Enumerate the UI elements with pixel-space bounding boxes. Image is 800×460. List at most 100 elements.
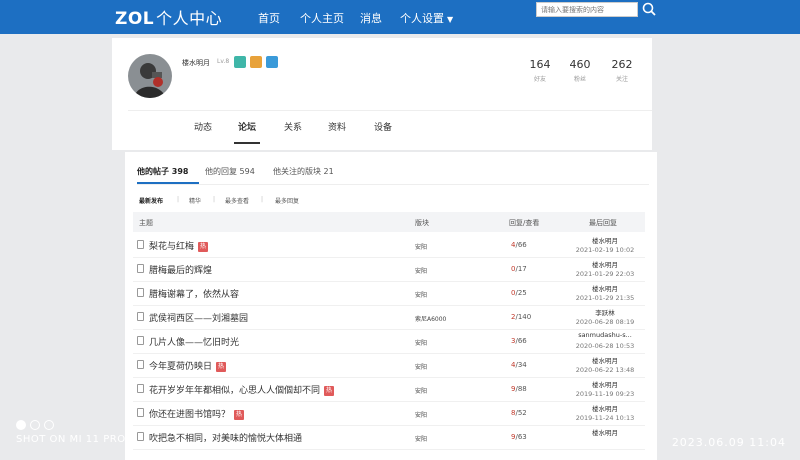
last-reply-time: 2019-11-24 10:13 (575, 414, 635, 422)
post-title[interactable]: 你还在进图书馆吗？热 (149, 407, 245, 420)
reply-view-count: 9/88 (511, 385, 527, 393)
star-badge-icon[interactable] (234, 56, 246, 68)
table-row[interactable]: 腊梅最后的辉煌 安阳 0/17 楼水明月 2021-01-29 22:03 (133, 258, 645, 282)
document-icon (137, 336, 144, 345)
last-reply-time: 2021-02-19 10:02 (575, 246, 635, 254)
document-icon (137, 432, 144, 441)
table-row[interactable]: 武侯祠西区——刘湘墓园 索尼A6000 2/140 李跃林 2020-06-28 08:… (133, 306, 645, 330)
tab-profile-info[interactable]: 资料 (328, 120, 346, 133)
post-board[interactable]: 安阳 (415, 242, 427, 251)
search-input[interactable]: 请输入要搜索的内容 (536, 2, 638, 17)
search-icon[interactable] (640, 0, 658, 18)
table-row[interactable]: 几片人像——忆旧时光 安阳 3/66 sanmudashu-s... 2020-06-2… (133, 330, 645, 354)
document-icon (137, 264, 144, 273)
nav-messages[interactable]: 消息 (360, 10, 382, 26)
document-icon (137, 240, 144, 249)
nav-personal-settings[interactable]: 个人设置 ▼ (400, 10, 453, 26)
post-title[interactable]: 吹把急不相同，对美味的愉悦大体相通 (149, 431, 302, 444)
last-reply-user[interactable]: 楼水明月 (565, 355, 645, 365)
table-row[interactable]: 你还在进图书馆吗？热 安阳 8/52 楼水明月 2019-11-24 10:13 (133, 402, 645, 426)
last-reply-user[interactable]: 楼水明月 (565, 427, 645, 437)
header-board: 版块 (415, 219, 429, 227)
reply-view-count: 8/52 (511, 409, 527, 417)
drop-badge-icon[interactable] (266, 56, 278, 68)
camera-watermark: SHOT ON MI 11 PRO (16, 420, 126, 445)
photo-timestamp: 2023.06.09 11:04 (671, 436, 786, 449)
tab-devices[interactable]: 设备 (374, 120, 392, 133)
last-reply-time: 2019-11-19 09:23 (575, 390, 635, 398)
stat-friends[interactable]: 164 好友 (520, 58, 560, 83)
table-row[interactable]: 腊梅谢幕了，依然从容 安阳 0/25 楼水明月 2021-01-29 21:35 (133, 282, 645, 306)
stat-fans[interactable]: 460 粉丝 (560, 58, 600, 83)
last-reply-user[interactable]: 李跃林 (565, 307, 645, 317)
last-reply-time: 2021-01-29 21:35 (575, 294, 635, 302)
table-row[interactable]: 花开岁岁年年都相似，心思人人個個却不同热 安阳 9/88 楼水明月 2019-11-19… (133, 378, 645, 402)
post-title[interactable]: 梨花与红梅热 (149, 239, 209, 252)
separator: | (213, 196, 216, 203)
last-reply-user[interactable]: sanmudashu-s... (565, 331, 645, 339)
tab-followed-boards[interactable]: 他关注的版块 21 (273, 166, 334, 177)
table-header: 主题 版块 回复/查看 最后回复 (133, 212, 645, 232)
camera-model: SHOT ON MI 11 PRO (16, 434, 126, 445)
hot-badge-icon: 热 (216, 362, 227, 372)
post-title[interactable]: 今年夏荷仍映日热 (149, 359, 227, 372)
table-row[interactable]: 吹把急不相同，对美味的愉悦大体相通 安阳 9/63 楼水明月 (133, 426, 645, 450)
post-board[interactable]: 安阳 (415, 338, 427, 347)
hot-badge-icon: 热 (198, 242, 209, 252)
sort-most-replied[interactable]: 最多回复 (275, 196, 299, 205)
reply-view-count: 3/66 (511, 337, 527, 345)
post-board[interactable]: 安阳 (415, 362, 427, 371)
reply-view-count: 4/66 (511, 241, 527, 249)
avatar[interactable] (128, 54, 172, 98)
document-icon (137, 360, 144, 369)
last-reply-user[interactable]: 楼水明月 (565, 259, 645, 269)
post-board[interactable]: 安阳 (415, 290, 427, 299)
document-icon (137, 288, 144, 297)
post-title[interactable]: 武侯祠西区——刘湘墓园 (149, 311, 248, 324)
hot-badge-icon: 热 (324, 386, 335, 396)
document-icon (137, 408, 144, 417)
post-board[interactable]: 安阳 (415, 410, 427, 419)
last-reply-user[interactable]: 楼水明月 (565, 403, 645, 413)
site-logo[interactable]: ZOL 个人中心 (115, 5, 222, 29)
medal-badge-icon[interactable] (250, 56, 262, 68)
table-row[interactable]: 梨花与红梅热 安阳 4/66 楼水明月 2021-02-19 10:02 (133, 234, 645, 258)
chevron-down-icon: ▼ (447, 15, 454, 24)
post-board[interactable]: 索尼A6000 (415, 314, 446, 323)
profile-card: 楼水明月 Lv.8 164 好友 460 粉丝 262 关注 动态 论坛 关系 资料 … (112, 38, 652, 150)
post-title[interactable]: 腊梅谢幕了，依然从容 (149, 287, 239, 300)
tab-activity[interactable]: 动态 (194, 120, 212, 133)
post-title[interactable]: 腊梅最后的辉煌 (149, 263, 212, 276)
nav-personal-page[interactable]: 个人主页 (300, 10, 344, 26)
active-tab-indicator (234, 142, 260, 144)
post-title[interactable]: 几片人像——忆旧时光 (149, 335, 239, 348)
sort-featured[interactable]: 精华 (189, 196, 201, 205)
nav-home[interactable]: 首页 (258, 10, 280, 26)
last-reply-user[interactable]: 楼水明月 (565, 283, 645, 293)
post-board[interactable]: 安阳 (415, 266, 427, 275)
table-row[interactable]: 今年夏荷仍映日热 安阳 4/34 楼水明月 2020-06-22 13:48 (133, 354, 645, 378)
post-board[interactable]: 安阳 (415, 386, 427, 395)
tab-his-replies[interactable]: 他的回复 594 (205, 166, 255, 177)
camera-logo-icon (16, 420, 126, 430)
last-reply-user[interactable]: 楼水明月 (565, 235, 645, 245)
tab-relations[interactable]: 关系 (284, 120, 302, 133)
top-navigation-bar: ZOL 个人中心 首页 个人主页 消息 个人设置 ▼ 请输入要搜索的内容 (0, 0, 800, 34)
last-reply-user[interactable]: 楼水明月 (565, 379, 645, 389)
header-title: 主题 (139, 219, 153, 227)
post-board[interactable]: 安阳 (415, 434, 427, 443)
reply-view-count: 9/63 (511, 433, 527, 441)
sort-most-viewed[interactable]: 最多查看 (225, 196, 249, 205)
reply-view-count: 0/17 (511, 265, 527, 273)
tab-his-posts[interactable]: 他的帖子 398 (137, 166, 188, 177)
tab-divider (137, 184, 649, 185)
tab-forum[interactable]: 论坛 (238, 120, 256, 133)
separator: | (261, 196, 264, 203)
user-level: Lv.8 (217, 58, 230, 65)
post-title[interactable]: 花开岁岁年年都相似，心思人人個個却不同热 (149, 383, 335, 396)
stat-following[interactable]: 262 关注 (602, 58, 642, 83)
username[interactable]: 楼水明月 (182, 58, 210, 68)
separator: | (177, 196, 180, 203)
last-reply-time: 2021-01-29 22:03 (575, 270, 635, 278)
sort-latest[interactable]: 最新发布 (139, 196, 163, 205)
